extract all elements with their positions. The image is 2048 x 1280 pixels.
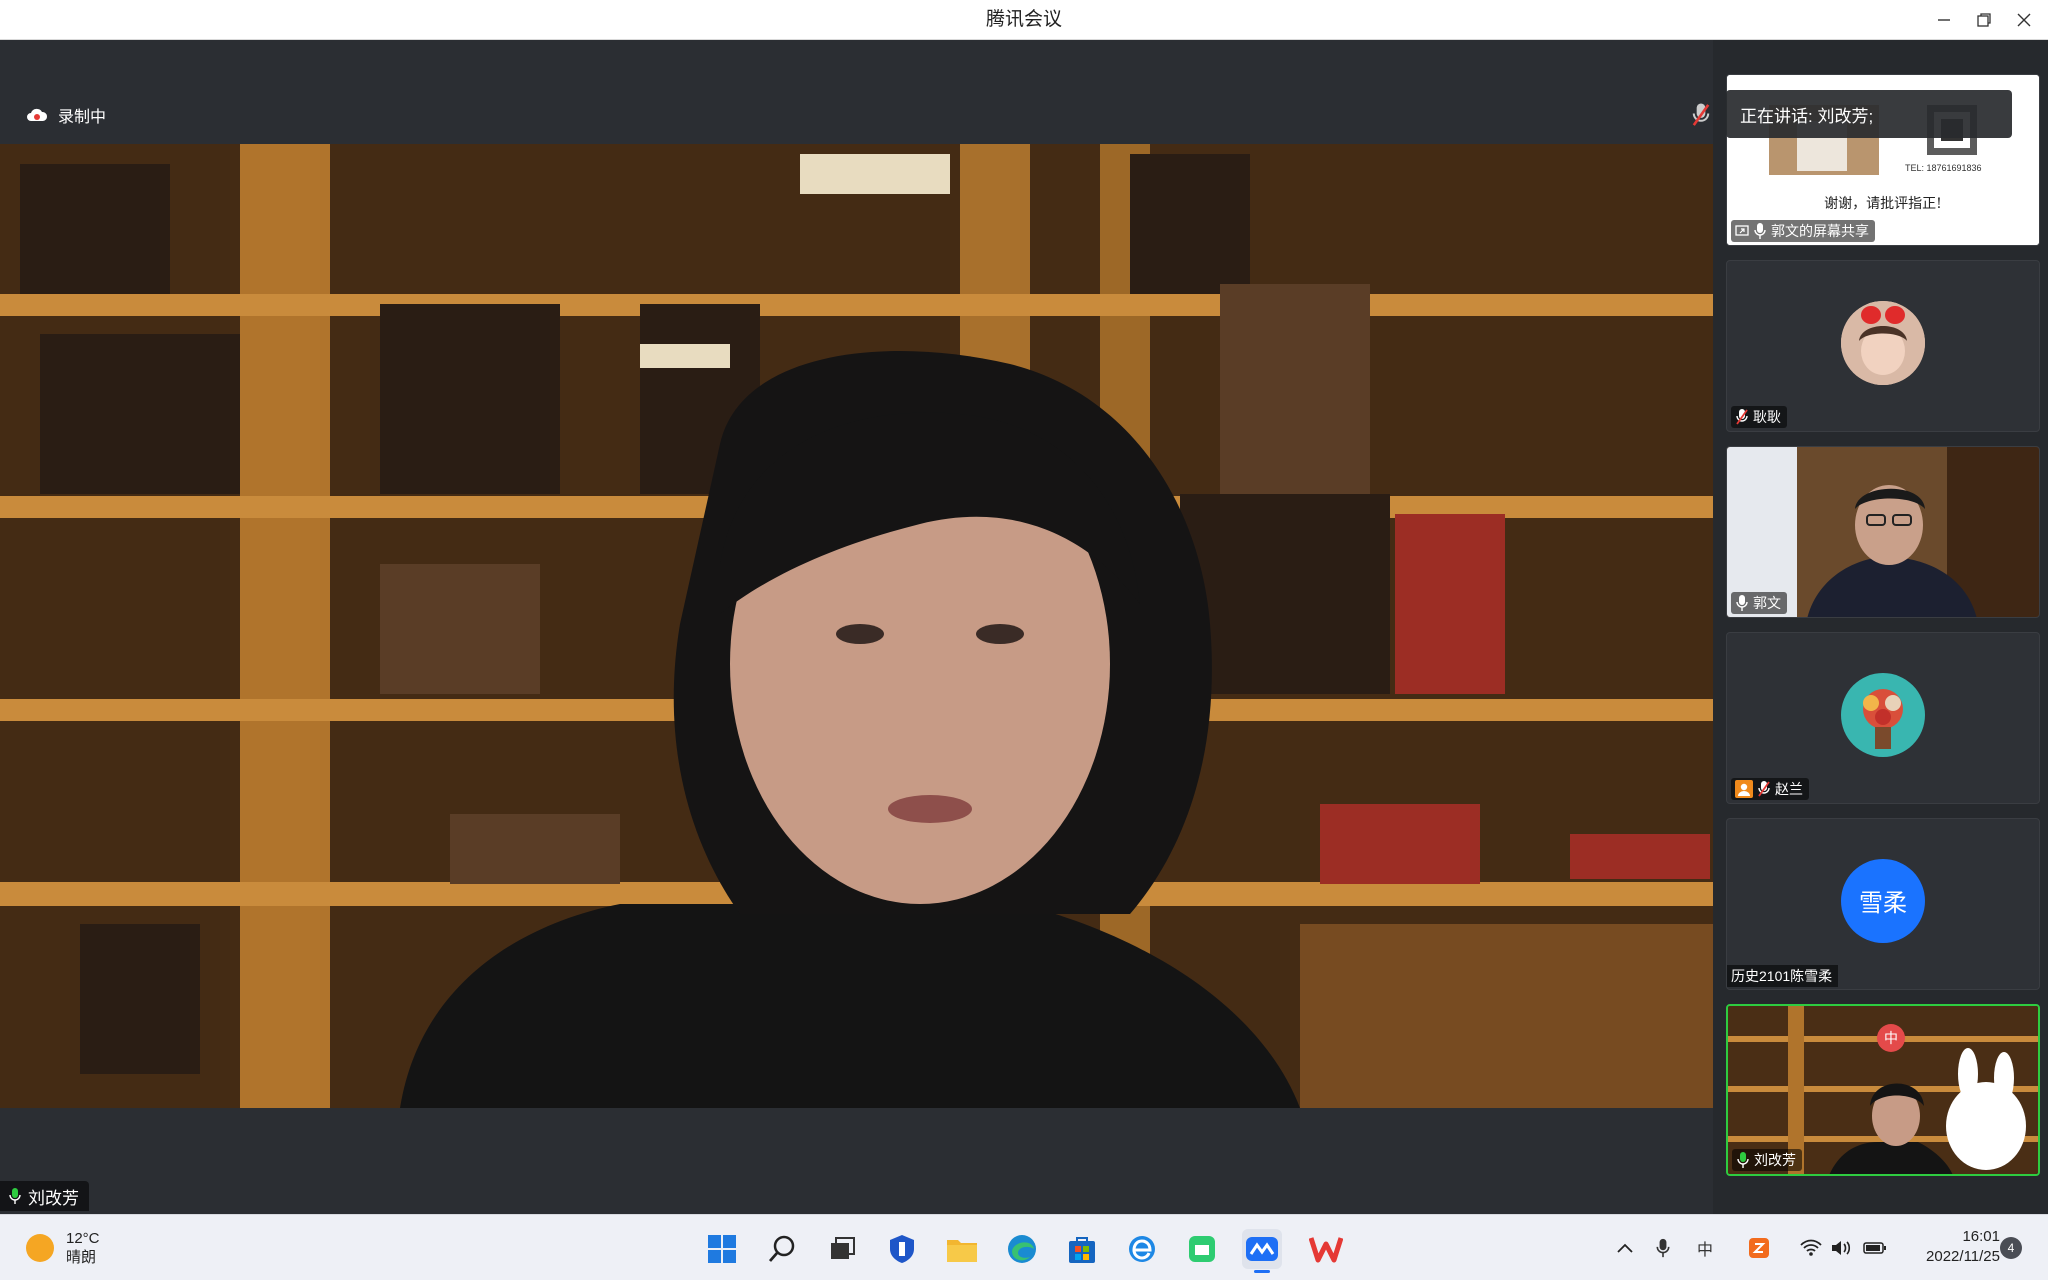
main-speaker-name: 刘改芳 — [28, 1188, 79, 1208]
cloud-record-icon — [27, 108, 48, 121]
microphone-muted-icon — [1736, 409, 1748, 425]
slide-text: 谢谢，请批评指正! — [1824, 196, 1942, 212]
taskbar-ie[interactable] — [1122, 1229, 1162, 1269]
volume-icon — [1832, 1241, 1851, 1255]
main-stage: 录制中 刘改芳 — [0, 40, 1713, 1214]
participant-tile-zhaolan[interactable]: 赵兰 — [1726, 632, 2040, 804]
participant-name-tag: 赵兰 — [1731, 778, 1809, 800]
mute-indicator — [1688, 102, 1714, 128]
weather-desc: 晴朗 — [66, 1249, 97, 1266]
window-title: 腾讯会议 — [985, 9, 1062, 30]
taskbar-edge[interactable] — [1002, 1229, 1042, 1269]
microphone-icon — [1737, 1152, 1749, 1168]
participant-name: 郭文 — [1753, 595, 1781, 611]
participant-tile-guowen[interactable]: 郭文 — [1726, 446, 2040, 618]
main-speaker-label: 刘改芳 — [0, 1181, 89, 1211]
taskbar-wps[interactable] — [1306, 1229, 1346, 1269]
close-icon — [2017, 13, 2031, 27]
task-view-button[interactable] — [822, 1229, 862, 1269]
store-icon — [1069, 1237, 1095, 1263]
ime-indicator[interactable]: 中 — [1692, 1235, 1718, 1261]
microphone-muted-icon — [1758, 781, 1770, 797]
start-button[interactable] — [702, 1229, 742, 1269]
tray-app[interactable] — [1746, 1235, 1772, 1261]
participant-panel: TEL: 18761691836 谢谢，请批评指正! 郭文的屏幕共享 耿耿 郭文… — [1713, 40, 2048, 1214]
avatar: 雪柔 — [1841, 858, 1925, 943]
participant-name: 刘改芳 — [1754, 1152, 1796, 1168]
participant-name-tag: 刘改芳 — [1732, 1149, 1802, 1171]
tray-battery[interactable] — [1862, 1235, 1888, 1261]
clock-date: 2022/11/25 — [1926, 1248, 2000, 1265]
weather-widget[interactable]: 12°C 晴朗 — [26, 1229, 100, 1267]
title-bar: 腾讯会议 — [0, 0, 2048, 40]
tencent-meeting-icon — [1246, 1237, 1278, 1261]
folder-icon — [947, 1240, 977, 1262]
participant-tile-chenxuerou[interactable]: 雪柔 历史2101陈雪柔 — [1726, 818, 2040, 990]
shield-app-icon — [890, 1235, 914, 1263]
taskbar: 12°C 晴朗 中 16:01 2022/11/25 4 — [0, 1214, 2048, 1280]
edge-browser-icon — [1008, 1235, 1036, 1263]
taskbar-app-green[interactable] — [1182, 1229, 1222, 1269]
participant-tile-liugaifang[interactable]: 中 刘改芳 — [1726, 1004, 2040, 1176]
weather-temp: 12°C — [66, 1230, 100, 1247]
speaker-video-frame — [0, 144, 1713, 1108]
search-button[interactable] — [762, 1229, 802, 1269]
participant-name: 历史2101陈雪柔 — [1731, 968, 1833, 984]
screen-share-icon — [1735, 225, 1749, 236]
translation-sticker: 中 — [1877, 1024, 1905, 1052]
taskbar-tencent-meeting[interactable] — [1242, 1229, 1282, 1273]
microphone-icon — [1736, 595, 1748, 611]
participant-name: 赵兰 — [1775, 781, 1803, 797]
wps-icon — [1309, 1237, 1343, 1263]
avatar-photo — [1841, 300, 1925, 385]
taskbar-app-1[interactable] — [882, 1229, 922, 1269]
search-icon — [768, 1235, 795, 1262]
active-app-indicator — [1254, 1270, 1270, 1273]
speaking-banner-text: 正在讲话: 刘改芳; — [1740, 106, 1874, 126]
participant-name-tag: 耿耿 — [1731, 406, 1787, 428]
avatar — [1841, 672, 1925, 757]
taskbar-store[interactable] — [1062, 1229, 1102, 1269]
avatar-photo — [1841, 672, 1925, 757]
participant-name: 郭文的屏幕共享 — [1771, 223, 1869, 239]
restore-icon — [1977, 13, 1991, 27]
participant-name-tag: 郭文的屏幕共享 — [1731, 220, 1875, 242]
host-user-icon — [1735, 780, 1753, 798]
participant-name-tag: 郭文 — [1731, 592, 1787, 614]
wifi-icon — [1800, 1239, 1822, 1256]
microphone-icon — [1656, 1238, 1670, 1258]
tray-microphone[interactable] — [1650, 1235, 1676, 1261]
chevron-up-icon — [1617, 1243, 1633, 1253]
participant-name-tag: 历史2101陈雪柔 — [1727, 965, 1839, 987]
main-video — [0, 144, 1713, 1108]
minimize-button[interactable] — [1924, 0, 1964, 40]
microphone-icon — [1754, 223, 1766, 239]
avatar — [1841, 300, 1925, 385]
ie-browser-icon — [1129, 1236, 1155, 1262]
sun-icon — [26, 1234, 54, 1262]
restore-button[interactable] — [1964, 0, 2004, 40]
sogou-input-icon — [1749, 1238, 1769, 1258]
windows-start-icon — [708, 1235, 736, 1263]
tray-wifi[interactable] — [1798, 1235, 1824, 1261]
participant-name: 耿耿 — [1753, 409, 1781, 425]
clock[interactable]: 16:01 2022/11/25 — [1900, 1227, 2000, 1267]
minimize-icon — [1938, 19, 1950, 21]
microphone-icon — [9, 1188, 21, 1204]
battery-icon — [1863, 1242, 1886, 1254]
speaking-banner: 正在讲话: 刘改芳; — [1726, 90, 2012, 138]
clock-time: 16:01 — [1962, 1228, 2000, 1245]
slide-tel: TEL: 18761691836 — [1905, 163, 1982, 173]
notification-badge[interactable]: 4 — [2000, 1237, 2022, 1259]
recording-label: 录制中 — [58, 109, 107, 126]
close-button[interactable] — [2004, 0, 2044, 40]
tray-volume[interactable] — [1828, 1235, 1854, 1261]
taskbar-file-explorer[interactable] — [942, 1229, 982, 1269]
task-view-icon — [831, 1237, 855, 1259]
participant-tile-gengeng[interactable]: 耿耿 — [1726, 260, 2040, 432]
microphone-muted-icon — [1692, 103, 1710, 126]
show-hidden-icons-button[interactable] — [1612, 1235, 1638, 1261]
green-app-icon — [1189, 1236, 1215, 1262]
recording-indicator[interactable]: 录制中 — [26, 103, 106, 127]
